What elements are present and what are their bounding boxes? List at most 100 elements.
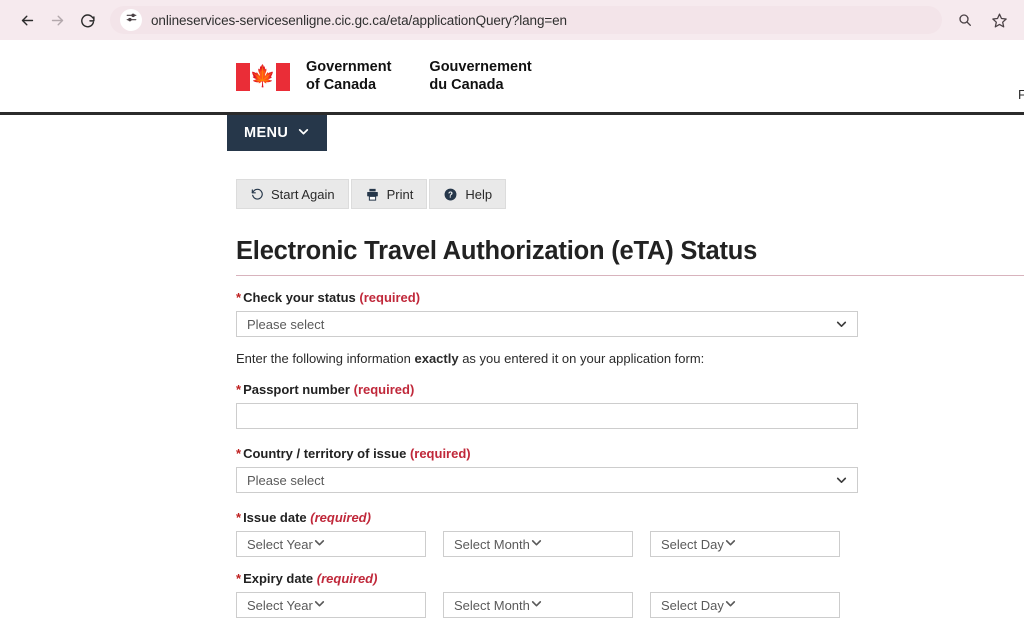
- menu-button[interactable]: MENU: [227, 115, 327, 151]
- wordmark-french-line2: du Canada: [429, 77, 531, 95]
- issue-date-controls: Select Year Select Month Select Day: [236, 531, 1024, 557]
- issue-date-year-select[interactable]: Select Year: [236, 531, 426, 557]
- expiry-date-month-value: Select Month: [454, 598, 530, 613]
- browser-toolbar: onlineservices-servicesenligne.cic.gc.ca…: [0, 0, 1024, 40]
- label-text: Passport number: [243, 382, 350, 397]
- field-country-of-issue: *Country / territory of issue (required)…: [236, 446, 1024, 493]
- main-content: Start Again Print ? Help Electronic Trav…: [0, 179, 1024, 628]
- issue-date-day-select[interactable]: Select Day: [650, 531, 840, 557]
- field-issue-date: *Issue date (required) Select Year Selec…: [236, 510, 1024, 557]
- required-asterisk: *: [236, 571, 241, 586]
- label-passport-number: *Passport number (required): [236, 382, 1024, 397]
- star-icon: [991, 12, 1008, 29]
- required-asterisk: *: [236, 290, 241, 305]
- issue-date-month-select[interactable]: Select Month: [443, 531, 633, 557]
- expiry-date-year-value: Select Year: [247, 598, 313, 613]
- title-divider: [236, 275, 1024, 276]
- forward-arrow-icon: [49, 12, 66, 29]
- printer-icon: [365, 187, 380, 202]
- site-settings-button[interactable]: [120, 9, 142, 31]
- label-check-your-status: *Check your status (required): [236, 290, 1024, 305]
- country-select-value: Please select: [247, 473, 324, 488]
- chevron-down-icon: [835, 318, 848, 331]
- expiry-date-controls: Select Year Select Month Select Day: [236, 592, 1024, 618]
- required-note: (required): [359, 290, 420, 305]
- required-note: (required): [317, 571, 378, 586]
- field-check-your-status: *Check your status (required) Please sel…: [236, 290, 1024, 337]
- help-button[interactable]: ? Help: [429, 179, 506, 209]
- chevron-down-icon: [530, 536, 543, 552]
- label-issue-date: *Issue date (required): [236, 510, 1024, 525]
- helper-emphasis: exactly: [414, 351, 458, 366]
- helper-suffix: as you entered it on your application fo…: [459, 351, 705, 366]
- main-nav-bar: MENU: [0, 115, 1024, 157]
- question-circle-icon: ?: [443, 187, 458, 202]
- label-text: Issue date: [243, 510, 307, 525]
- start-again-label: Start Again: [271, 187, 335, 202]
- status-select-value: Please select: [247, 317, 324, 332]
- print-label: Print: [387, 187, 414, 202]
- chevron-down-icon: [724, 597, 737, 613]
- reload-icon: [79, 12, 96, 29]
- url-text: onlineservices-servicesenligne.cic.gc.ca…: [151, 13, 567, 28]
- chevron-down-icon: [313, 597, 326, 613]
- required-note: (required): [354, 382, 415, 397]
- country-select[interactable]: Please select: [236, 467, 858, 493]
- omnibox-actions: [952, 7, 1012, 33]
- issue-date-year-value: Select Year: [247, 537, 313, 552]
- chevron-down-icon: [724, 536, 737, 552]
- language-toggle-link[interactable]: F: [1018, 87, 1024, 102]
- required-note: (required): [310, 510, 371, 525]
- helper-prefix: Enter the following information: [236, 351, 414, 366]
- expiry-date-month-select[interactable]: Select Month: [443, 592, 633, 618]
- address-bar[interactable]: onlineservices-servicesenligne.cic.gc.ca…: [110, 6, 942, 34]
- bookmark-button[interactable]: [986, 7, 1012, 33]
- status-select[interactable]: Please select: [236, 311, 858, 337]
- search-button[interactable]: [952, 7, 978, 33]
- reload-button[interactable]: [72, 5, 102, 35]
- helper-text: Enter the following information exactly …: [236, 351, 1024, 366]
- site-header: 🍁 Government of Canada Gouvernement du C…: [0, 40, 1024, 112]
- required-asterisk: *: [236, 446, 241, 461]
- chevron-down-icon: [835, 474, 848, 487]
- issue-date-day-value: Select Day: [661, 537, 724, 552]
- wordmark-french-line1: Gouvernement: [429, 59, 531, 77]
- expiry-date-day-select[interactable]: Select Day: [650, 592, 840, 618]
- wordmark-english-line2: of Canada: [306, 77, 391, 95]
- forward-button[interactable]: [42, 5, 72, 35]
- back-button[interactable]: [12, 5, 42, 35]
- start-again-button[interactable]: Start Again: [236, 179, 349, 209]
- wordmark-french: Gouvernement du Canada: [429, 59, 531, 94]
- help-label: Help: [465, 187, 492, 202]
- wordmark-english-line1: Government: [306, 59, 391, 77]
- eta-status-form: *Check your status (required) Please sel…: [236, 290, 1024, 628]
- svg-text:?: ?: [448, 190, 453, 199]
- required-asterisk: *: [236, 510, 241, 525]
- expiry-date-year-select[interactable]: Select Year: [236, 592, 426, 618]
- tune-icon: [125, 11, 138, 29]
- required-asterisk: *: [236, 382, 241, 397]
- chevron-down-icon: [297, 125, 310, 142]
- label-expiry-date: *Expiry date (required): [236, 571, 1024, 586]
- field-expiry-date: *Expiry date (required) Select Year Sele…: [236, 571, 1024, 618]
- label-text: Check your status: [243, 290, 356, 305]
- field-passport-number: *Passport number (required): [236, 382, 1024, 429]
- chevron-down-icon: [530, 597, 543, 613]
- issue-date-month-value: Select Month: [454, 537, 530, 552]
- back-arrow-icon: [19, 12, 36, 29]
- page-title: Electronic Travel Authorization (eTA) St…: [236, 237, 1024, 266]
- search-icon: [957, 12, 973, 28]
- expiry-date-day-value: Select Day: [661, 598, 724, 613]
- menu-button-label: MENU: [244, 125, 288, 141]
- chevron-down-icon: [313, 536, 326, 552]
- print-button[interactable]: Print: [351, 179, 428, 209]
- canadian-flag-icon: 🍁: [236, 63, 290, 91]
- wordmark-english: Government of Canada: [306, 59, 391, 94]
- passport-number-input[interactable]: [236, 403, 858, 429]
- label-country-of-issue: *Country / territory of issue (required): [236, 446, 1024, 461]
- label-text: Country / territory of issue: [243, 446, 406, 461]
- page-viewport: F 🍁 Government of Canada Gouvernement du…: [0, 40, 1024, 628]
- refresh-icon: [250, 187, 264, 201]
- label-text: Expiry date: [243, 571, 313, 586]
- page-toolbar: Start Again Print ? Help: [236, 179, 1024, 209]
